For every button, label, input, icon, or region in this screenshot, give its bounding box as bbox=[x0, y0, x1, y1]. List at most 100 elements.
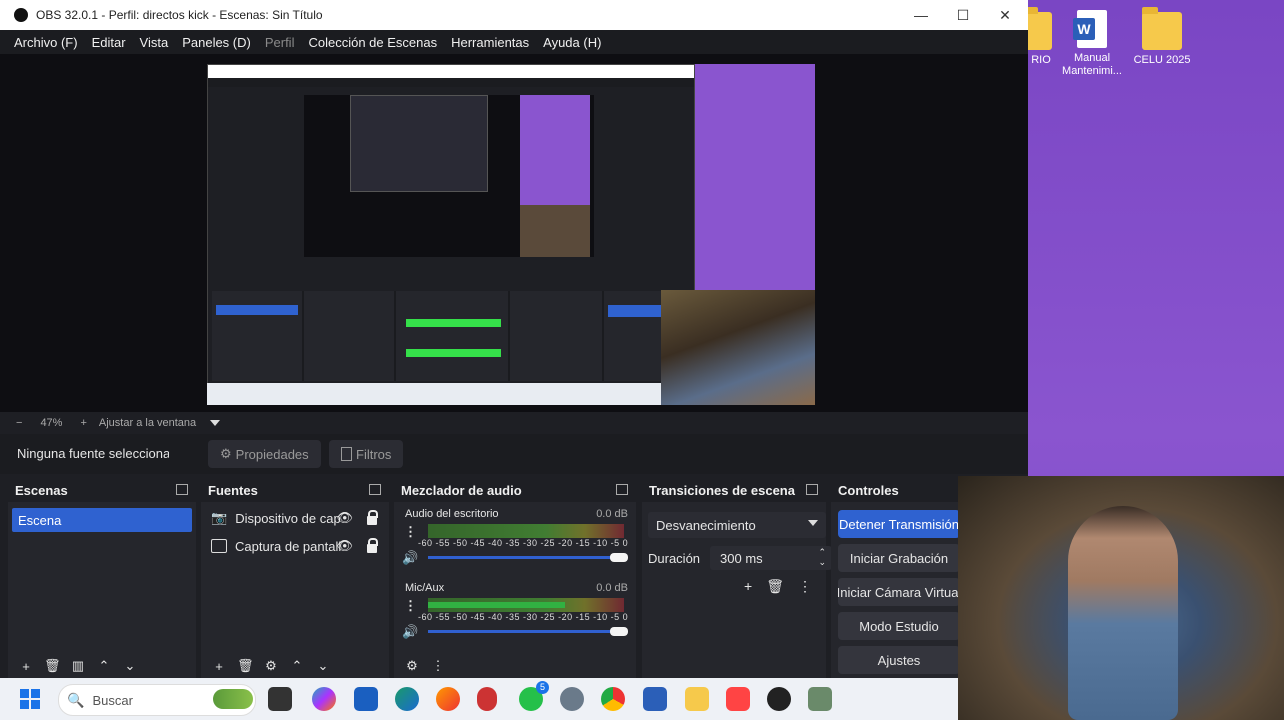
menu-paneles[interactable]: Paneles (D) bbox=[182, 35, 251, 50]
scenes-header: Escenas bbox=[8, 478, 196, 502]
mixer-channel: Mic/Aux 0.0 dB ⋮ -60 -55 -50 -45 -40 -35… bbox=[394, 582, 636, 652]
lock-icon[interactable] bbox=[367, 538, 378, 553]
chevron-down-icon[interactable]: ⌄ bbox=[315, 658, 331, 674]
scene-item[interactable]: Escena bbox=[12, 508, 192, 532]
trash-icon[interactable]: 🗑 bbox=[766, 578, 784, 595]
maximize-button[interactable]: ☐ bbox=[942, 0, 984, 30]
chevron-up-icon[interactable]: ⌃ bbox=[96, 658, 112, 674]
spin-icon[interactable]: ⌃ ⌄ bbox=[818, 547, 826, 567]
float-icon[interactable] bbox=[176, 484, 188, 495]
filters-button[interactable]: Filtros bbox=[329, 440, 404, 468]
menu-perfil[interactable]: Perfil bbox=[265, 35, 295, 50]
copilot-icon[interactable] bbox=[312, 687, 336, 711]
gear-icon[interactable]: ⚙ bbox=[263, 658, 279, 674]
close-button[interactable]: ✕ bbox=[984, 0, 1026, 30]
desktop-word-doc[interactable]: W Manual Mantenimi... bbox=[1057, 10, 1127, 78]
windows-start-icon[interactable] bbox=[20, 689, 40, 709]
scenes-title: Escenas bbox=[15, 482, 68, 498]
speaker-icon[interactable]: 🔊 bbox=[402, 550, 418, 566]
minimize-button[interactable]: — bbox=[900, 0, 942, 30]
add-icon[interactable]: + bbox=[744, 578, 752, 595]
zoom-bar: − 47% + Ajustar a la ventana bbox=[0, 412, 1028, 434]
preview-area[interactable] bbox=[0, 54, 1028, 412]
gear-icon[interactable]: ⚙ bbox=[404, 658, 420, 674]
more-icon[interactable]: ⋮ bbox=[404, 598, 417, 614]
eye-icon[interactable]: 👁 bbox=[336, 510, 353, 526]
volume-slider[interactable] bbox=[428, 627, 628, 636]
start-virtual-camera-button[interactable]: Iniciar Cámara Virtual bbox=[838, 578, 960, 606]
whatsapp-icon[interactable]: 5 bbox=[519, 681, 549, 711]
fit-window-label[interactable]: Ajustar a la ventana bbox=[99, 417, 196, 429]
start-recording-button[interactable]: Iniciar Grabación bbox=[838, 544, 960, 572]
menu-bar: Archivo (F) Editar Vista Paneles (D) Per… bbox=[0, 30, 1028, 54]
chevron-down-icon[interactable] bbox=[210, 420, 221, 426]
taskbar: 🔍 Buscar 5 bbox=[0, 678, 958, 720]
chevron-down-icon[interactable]: ⌄ bbox=[122, 658, 138, 674]
trash-icon[interactable]: 🗑 bbox=[44, 658, 61, 674]
source-label: Captura de pantalla bbox=[235, 538, 341, 554]
edge-icon[interactable] bbox=[395, 687, 419, 711]
source-item[interactable]: 📷 Dispositivo de captura 👁 bbox=[201, 504, 389, 532]
widget-icon bbox=[213, 689, 253, 709]
firefox-icon[interactable] bbox=[436, 687, 460, 711]
store-icon[interactable] bbox=[354, 687, 378, 711]
menu-editar[interactable]: Editar bbox=[92, 35, 126, 50]
chrome-icon[interactable] bbox=[601, 687, 625, 711]
filter-icon[interactable]: ▥ bbox=[70, 658, 86, 674]
more-icon[interactable]: ⋮ bbox=[404, 524, 417, 540]
desktop-icon-label: Manual Mantenimi... bbox=[1062, 52, 1122, 77]
transition-select[interactable]: Desvanecimiento bbox=[648, 512, 826, 538]
sources-title: Fuentes bbox=[208, 482, 258, 498]
channel-db: 0.0 dB bbox=[596, 508, 628, 520]
file-explorer-icon[interactable] bbox=[685, 687, 709, 711]
app-icon[interactable] bbox=[808, 687, 832, 711]
speaker-icon[interactable]: 🔊 bbox=[402, 624, 418, 640]
app-icon[interactable] bbox=[477, 687, 497, 711]
more-icon[interactable]: ⋮ bbox=[798, 578, 812, 595]
transitions-header: Transiciones de escena bbox=[642, 478, 826, 502]
float-icon[interactable] bbox=[369, 484, 381, 495]
menu-archivo[interactable]: Archivo (F) bbox=[14, 35, 78, 50]
mixer-dock: Mezclador de audio Audio del escritorio … bbox=[394, 478, 636, 678]
menu-coleccion-escenas[interactable]: Colección de Escenas bbox=[308, 35, 437, 50]
search-icon: 🔍 bbox=[67, 691, 85, 708]
desktop-icon-label: CELU 2025 bbox=[1133, 54, 1191, 66]
more-icon[interactable]: ⋮ bbox=[430, 658, 446, 674]
transitions-title: Transiciones de escena bbox=[649, 482, 795, 498]
title-bar[interactable]: OBS 32.0.1 - Perfil: directos kick - Esc… bbox=[0, 0, 1028, 30]
duration-input[interactable]: 300 ms ⌃ ⌄ bbox=[710, 546, 833, 570]
nested-taskbar bbox=[207, 383, 661, 405]
float-icon[interactable] bbox=[616, 484, 628, 495]
volume-meter bbox=[428, 598, 624, 612]
menu-ayuda[interactable]: Ayuda (H) bbox=[543, 35, 601, 50]
stop-streaming-button[interactable]: Detener Transmisión bbox=[838, 510, 960, 538]
add-icon[interactable]: + bbox=[211, 659, 227, 674]
studio-mode-button[interactable]: Modo Estudio bbox=[838, 612, 960, 640]
task-view-icon[interactable] bbox=[268, 687, 292, 711]
zoom-value: 47% bbox=[40, 417, 63, 429]
eye-icon[interactable]: 👁 bbox=[336, 538, 353, 554]
settings-button[interactable]: Ajustes bbox=[838, 646, 960, 674]
program-preview[interactable] bbox=[207, 64, 815, 405]
obs-icon[interactable] bbox=[767, 687, 791, 711]
zoom-in-button[interactable]: + bbox=[80, 417, 86, 429]
add-icon[interactable]: + bbox=[18, 659, 34, 674]
meter-ticks: -60 -55 -50 -45 -40 -35 -30 -25 -20 -15 … bbox=[418, 612, 629, 622]
source-item[interactable]: Captura de pantalla 👁 bbox=[201, 532, 389, 560]
word-icon[interactable] bbox=[643, 687, 667, 711]
menu-herramientas[interactable]: Herramientas bbox=[451, 35, 529, 50]
properties-button[interactable]: ⚙ Propiedades bbox=[208, 440, 321, 468]
trash-icon[interactable]: 🗑 bbox=[237, 658, 254, 674]
menu-vista[interactable]: Vista bbox=[140, 35, 169, 50]
scene-item-label: Escena bbox=[18, 512, 62, 528]
zoom-out-button[interactable]: − bbox=[16, 417, 22, 429]
float-icon[interactable] bbox=[806, 484, 818, 495]
brave-icon[interactable] bbox=[726, 687, 750, 711]
channel-db: 0.0 dB bbox=[596, 582, 628, 594]
taskbar-search[interactable]: 🔍 Buscar bbox=[58, 684, 256, 716]
volume-slider[interactable] bbox=[428, 553, 628, 562]
lock-icon[interactable] bbox=[367, 510, 378, 525]
desktop-folder-celu[interactable]: CELU 2025 bbox=[1127, 7, 1197, 67]
chevron-up-icon[interactable]: ⌃ bbox=[289, 658, 305, 674]
settings-icon[interactable] bbox=[560, 687, 584, 711]
